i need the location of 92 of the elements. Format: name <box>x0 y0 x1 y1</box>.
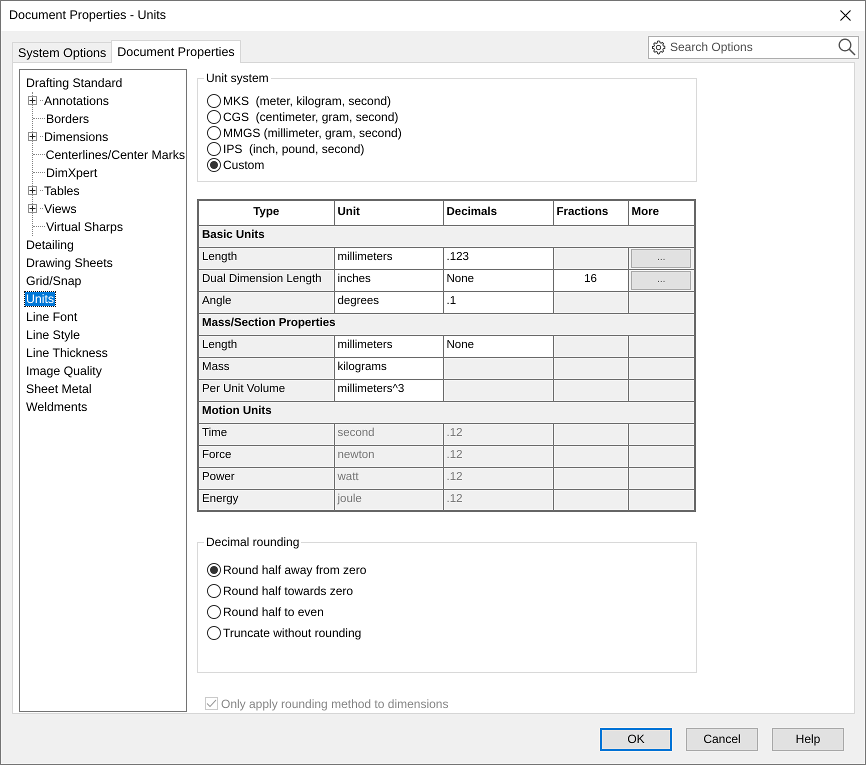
search-field[interactable]: Search Options <box>648 36 859 59</box>
tree-item[interactable]: Dimensions <box>43 130 110 144</box>
tree-item[interactable]: Virtual Sharps <box>45 220 124 234</box>
tree-item[interactable]: Views <box>43 202 78 216</box>
tree-item[interactable]: Drafting Standard <box>25 76 124 90</box>
radio-button[interactable] <box>207 626 221 640</box>
radio-label[interactable]: Round half to even <box>223 604 324 620</box>
window-title: Document Properties - Units <box>9 8 166 24</box>
close-icon[interactable] <box>840 10 851 22</box>
expand-icon[interactable] <box>28 96 37 106</box>
radio-label[interactable]: MKS (meter, kilogram, second) <box>223 94 392 108</box>
radio-button[interactable] <box>207 126 221 140</box>
more-button[interactable]: ... <box>631 248 692 268</box>
dialog-button[interactable]: Cancel <box>686 728 758 752</box>
radio-label[interactable]: Truncate without rounding <box>223 626 362 640</box>
tree-item[interactable]: Grid/Snap <box>25 274 82 288</box>
table-cell: Power <box>198 467 334 490</box>
section-header: Basic Units <box>198 225 695 248</box>
tree-item[interactable]: Centerlines/Center Marks <box>44 148 186 162</box>
table-cell: Energy <box>198 489 334 512</box>
tree-item[interactable]: Line Style <box>25 328 82 342</box>
table-input-cell[interactable]: inches <box>334 269 443 292</box>
table-input-cell[interactable]: 16 <box>553 269 628 292</box>
gear-icon <box>651 40 666 55</box>
dialog-button[interactable]: OK <box>600 728 672 752</box>
expand-icon[interactable] <box>28 186 37 196</box>
table-input-cell[interactable]: millimeters^3 <box>334 379 443 402</box>
table-cell: joule <box>334 489 443 512</box>
tree-item[interactable]: Tables <box>43 184 81 198</box>
tree-item[interactable]: Annotations <box>43 94 110 108</box>
table-input-cell[interactable]: .1 <box>443 291 553 314</box>
radio-button[interactable] <box>207 563 221 578</box>
radio-label[interactable]: MMGS (millimeter, gram, second) <box>223 126 402 140</box>
search-icon[interactable] <box>838 38 856 56</box>
table-input-cell[interactable]: .123 <box>443 247 553 270</box>
tree-item[interactable]: Detailing <box>25 238 75 252</box>
more-button[interactable]: ... <box>631 270 692 290</box>
tree-item[interactable]: Weldments <box>25 400 88 414</box>
radio-label[interactable]: Custom <box>223 158 264 172</box>
column-header: More <box>628 200 695 226</box>
table-input-cell[interactable]: None <box>443 335 553 358</box>
radio-button[interactable] <box>207 584 221 598</box>
radio-button[interactable] <box>207 605 221 620</box>
table-cell: Mass <box>198 357 334 380</box>
table-cell: Length <box>198 247 334 270</box>
table-cell: Force <box>198 445 334 468</box>
table-input-cell[interactable]: millimeters <box>334 247 443 270</box>
group-label: Unit system <box>204 70 271 86</box>
tree-item[interactable]: Drawing Sheets <box>25 256 114 270</box>
tree-item[interactable]: Units <box>25 292 56 306</box>
column-header: Unit <box>334 200 443 226</box>
table-cell: Time <box>198 423 334 446</box>
dialog-button[interactable]: Help <box>772 728 844 752</box>
tree-item[interactable]: DimXpert <box>45 166 98 180</box>
radio-label[interactable]: Round half away from zero <box>223 562 366 578</box>
table-cell: watt <box>334 467 443 490</box>
radio-button[interactable] <box>207 110 221 124</box>
tree-item[interactable]: Borders <box>45 112 90 126</box>
table-input-cell[interactable]: millimeters <box>334 335 443 358</box>
tab[interactable]: System Options <box>12 42 112 62</box>
expand-icon[interactable] <box>28 132 37 142</box>
tree-item[interactable]: Image Quality <box>25 364 103 378</box>
radio-label[interactable]: Round half towards zero <box>223 584 354 598</box>
radio-label[interactable]: IPS (inch, pound, second) <box>223 142 364 156</box>
table-cell: Dual Dimension Length <box>198 269 334 292</box>
table-cell: second <box>334 423 443 446</box>
table-cell: .12 <box>443 445 553 468</box>
radio-button[interactable] <box>207 94 221 108</box>
table-cell: Angle <box>198 291 334 314</box>
table-input-cell[interactable]: degrees <box>334 291 443 314</box>
table-input-cell[interactable]: kilograms <box>334 357 443 380</box>
table-cell: .12 <box>443 423 553 446</box>
column-header: Type <box>198 200 334 226</box>
radio-button[interactable] <box>207 158 221 172</box>
section-header: Motion Units <box>198 401 695 424</box>
radio-label[interactable]: CGS (centimeter, gram, second) <box>223 110 398 124</box>
tab[interactable]: Document Properties <box>111 40 241 63</box>
table-input-cell[interactable]: None <box>443 269 553 292</box>
column-header: Fractions <box>553 200 628 226</box>
tree-item[interactable]: Line Font <box>25 310 78 324</box>
table-cell: .12 <box>443 489 553 512</box>
expand-icon[interactable] <box>28 204 37 214</box>
table-cell: Per Unit Volume <box>198 379 334 402</box>
radio-button[interactable] <box>207 142 221 156</box>
table-cell: Length <box>198 335 334 358</box>
table-cell: .12 <box>443 467 553 490</box>
group-label: Decimal rounding <box>204 535 302 550</box>
tree-item[interactable]: Sheet Metal <box>25 382 93 396</box>
tree-item[interactable]: Line Thickness <box>25 346 109 360</box>
column-header: Decimals <box>443 200 553 226</box>
table-cell: newton <box>334 445 443 468</box>
section-header: Mass/Section Properties <box>198 313 695 336</box>
